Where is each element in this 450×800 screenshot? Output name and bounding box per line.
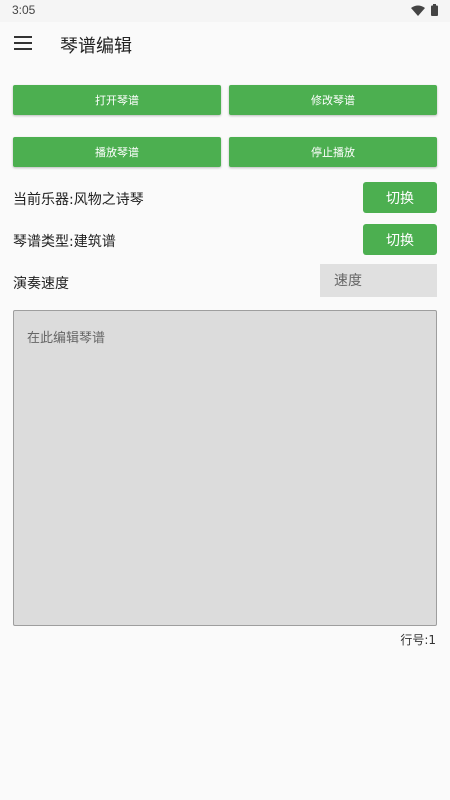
status-bar: 3:05 (0, 0, 450, 22)
play-score-button[interactable]: 播放琴谱 (13, 137, 221, 167)
score-editor[interactable] (13, 310, 437, 626)
open-score-button[interactable]: 打开琴谱 (13, 85, 221, 115)
page-title: 琴谱编辑 (60, 36, 132, 57)
switch-score-type-button[interactable]: 切换 (363, 224, 437, 255)
status-time: 3:05 (12, 3, 36, 17)
modify-score-button[interactable]: 修改琴谱 (229, 85, 437, 115)
battery-icon (431, 4, 438, 16)
speed-input[interactable] (320, 264, 437, 297)
line-number: 行号:1 (400, 633, 436, 647)
status-icons (411, 4, 438, 16)
menu-icon[interactable] (14, 36, 32, 50)
score-type-label: 琴谱类型:建筑谱 (13, 234, 116, 250)
current-instrument-label: 当前乐器:风物之诗琴 (13, 192, 144, 208)
stop-play-button[interactable]: 停止播放 (229, 137, 437, 167)
wifi-icon (411, 5, 425, 16)
play-speed-label: 演奏速度 (13, 276, 69, 292)
switch-instrument-button[interactable]: 切换 (363, 182, 437, 213)
app-bar: 琴谱编辑 (0, 22, 450, 66)
